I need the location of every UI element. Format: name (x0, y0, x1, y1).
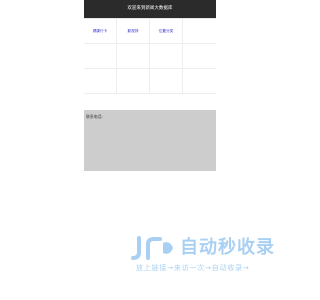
nav-cell-empty (117, 69, 150, 94)
nav-cell-empty (183, 44, 216, 69)
nav-cell-empty (84, 44, 117, 69)
nav-cell: 影视排 (117, 19, 150, 44)
nav-link-location-category[interactable]: 位置分类 (159, 29, 174, 34)
nav-cell-empty (150, 44, 183, 69)
nav-grid: 健康行卡 影视排 位置分类 (84, 18, 216, 94)
page-title: 欢迎来到新闻大数据库 (127, 6, 173, 11)
app-container: 欢迎来到新闻大数据库 健康行卡 影视排 位置分类 联系电话: (84, 0, 216, 171)
page-header: 欢迎来到新闻大数据库 (84, 0, 216, 18)
nav-cell-empty (117, 44, 150, 69)
contact-section: 联系电话: (84, 110, 216, 171)
page: 欢迎来到新闻大数据库 健康行卡 影视排 位置分类 联系电话: 自动秒收录 放上链… (0, 0, 300, 300)
nav-link-health-card[interactable]: 健康行卡 (93, 29, 108, 34)
nav-cell-empty (84, 69, 117, 94)
contact-phone-label: 联系电话: (86, 114, 103, 119)
nav-cell-empty (183, 19, 216, 44)
nav-cell-empty (183, 69, 216, 94)
nav-cell-empty (150, 69, 183, 94)
watermark-tagline: 放上链接→来访一次→自动收录→ (136, 264, 250, 272)
watermark: 自动秒收录 放上链接→来访一次→自动收录→ (130, 236, 300, 276)
jr-logo-icon (131, 236, 173, 260)
watermark-title: 自动秒收录 (180, 237, 275, 258)
nav-cell: 健康行卡 (84, 19, 117, 44)
nav-cell: 位置分类 (150, 19, 183, 44)
nav-link-video-rank[interactable]: 影视排 (127, 29, 138, 34)
